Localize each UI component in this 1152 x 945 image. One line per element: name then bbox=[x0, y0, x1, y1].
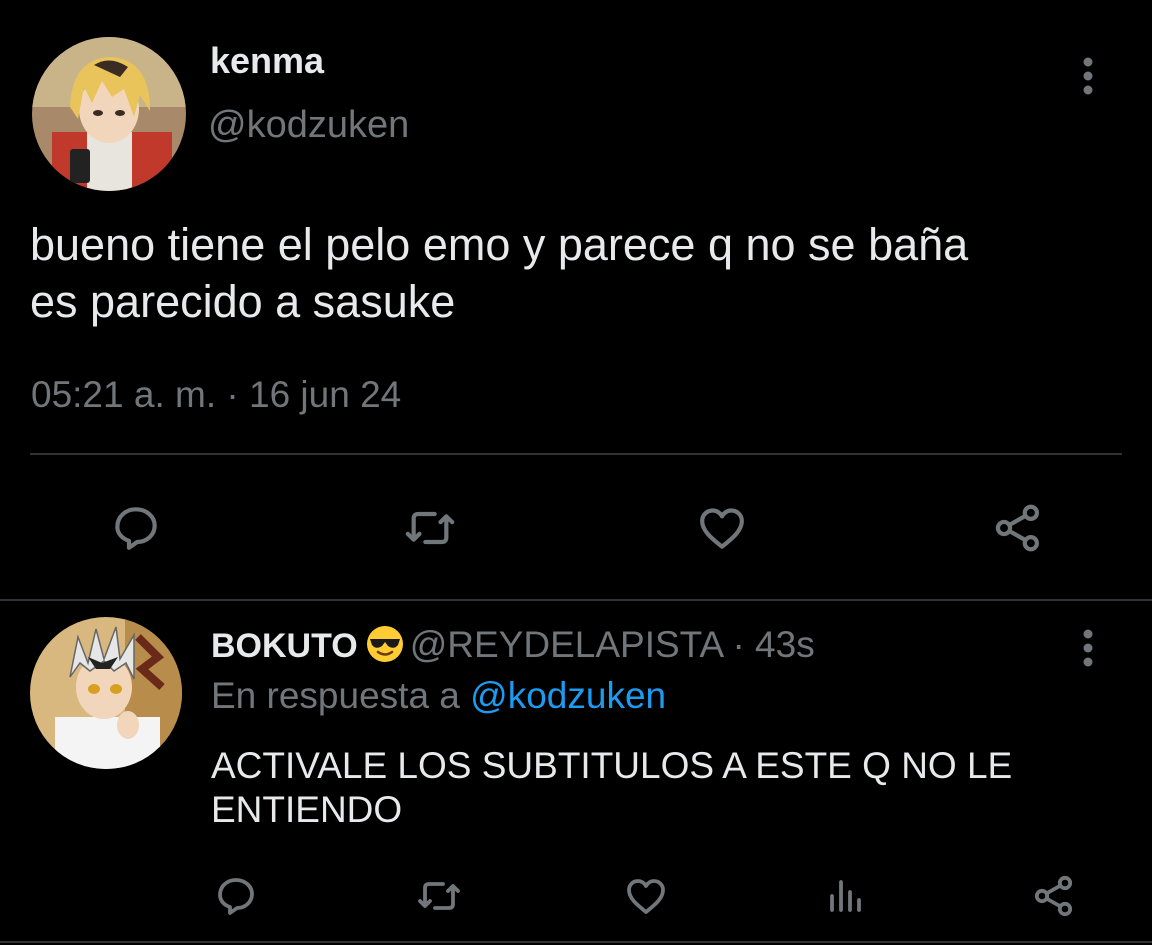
reply-prefix: En respuesta a bbox=[211, 675, 460, 716]
reply-header: BOKUTO @REYDELAPISTA · 43s bbox=[211, 624, 815, 666]
reply-context: En respuesta a @kodzuken bbox=[211, 675, 666, 717]
main-handle[interactable]: @kodzuken bbox=[208, 104, 409, 147]
reply-display-name[interactable]: BOKUTO bbox=[211, 627, 358, 665]
reply-icon[interactable] bbox=[108, 500, 164, 556]
retweet-icon[interactable] bbox=[415, 872, 463, 920]
tweet-thread: kenma @kodzuken bueno tiene el pelo emo … bbox=[0, 0, 1152, 945]
main-display-name[interactable]: kenma bbox=[210, 40, 324, 82]
sunglasses-emoji-icon bbox=[366, 625, 404, 663]
more-options-icon[interactable] bbox=[1070, 54, 1106, 98]
divider bbox=[0, 599, 1152, 601]
more-options-icon[interactable] bbox=[1070, 626, 1106, 670]
main-tweet-text: bueno tiene el pelo emo y parece q no se… bbox=[30, 219, 969, 327]
separator: · bbox=[732, 624, 745, 665]
divider bbox=[30, 453, 1122, 455]
reply-handle[interactable]: @REYDELAPISTA bbox=[410, 624, 722, 665]
like-icon[interactable] bbox=[694, 500, 750, 556]
retweet-icon[interactable] bbox=[402, 500, 458, 556]
reply-text: ACTIVALE LOS SUBTITULOS A ESTE Q NO LE E… bbox=[211, 745, 1013, 830]
share-icon[interactable] bbox=[1030, 872, 1078, 920]
reply-avatar[interactable] bbox=[30, 617, 182, 769]
divider bbox=[0, 941, 1152, 943]
main-timestamp[interactable]: 05:21 a. m. · 16 jun 24 bbox=[31, 374, 401, 416]
main-avatar[interactable] bbox=[32, 37, 186, 191]
reply-icon[interactable] bbox=[212, 872, 260, 920]
like-icon[interactable] bbox=[622, 872, 670, 920]
reply-time[interactable]: 43s bbox=[755, 624, 815, 665]
share-icon[interactable] bbox=[990, 500, 1046, 556]
reply-mention-link[interactable]: @kodzuken bbox=[470, 675, 666, 716]
views-icon[interactable] bbox=[822, 872, 870, 920]
